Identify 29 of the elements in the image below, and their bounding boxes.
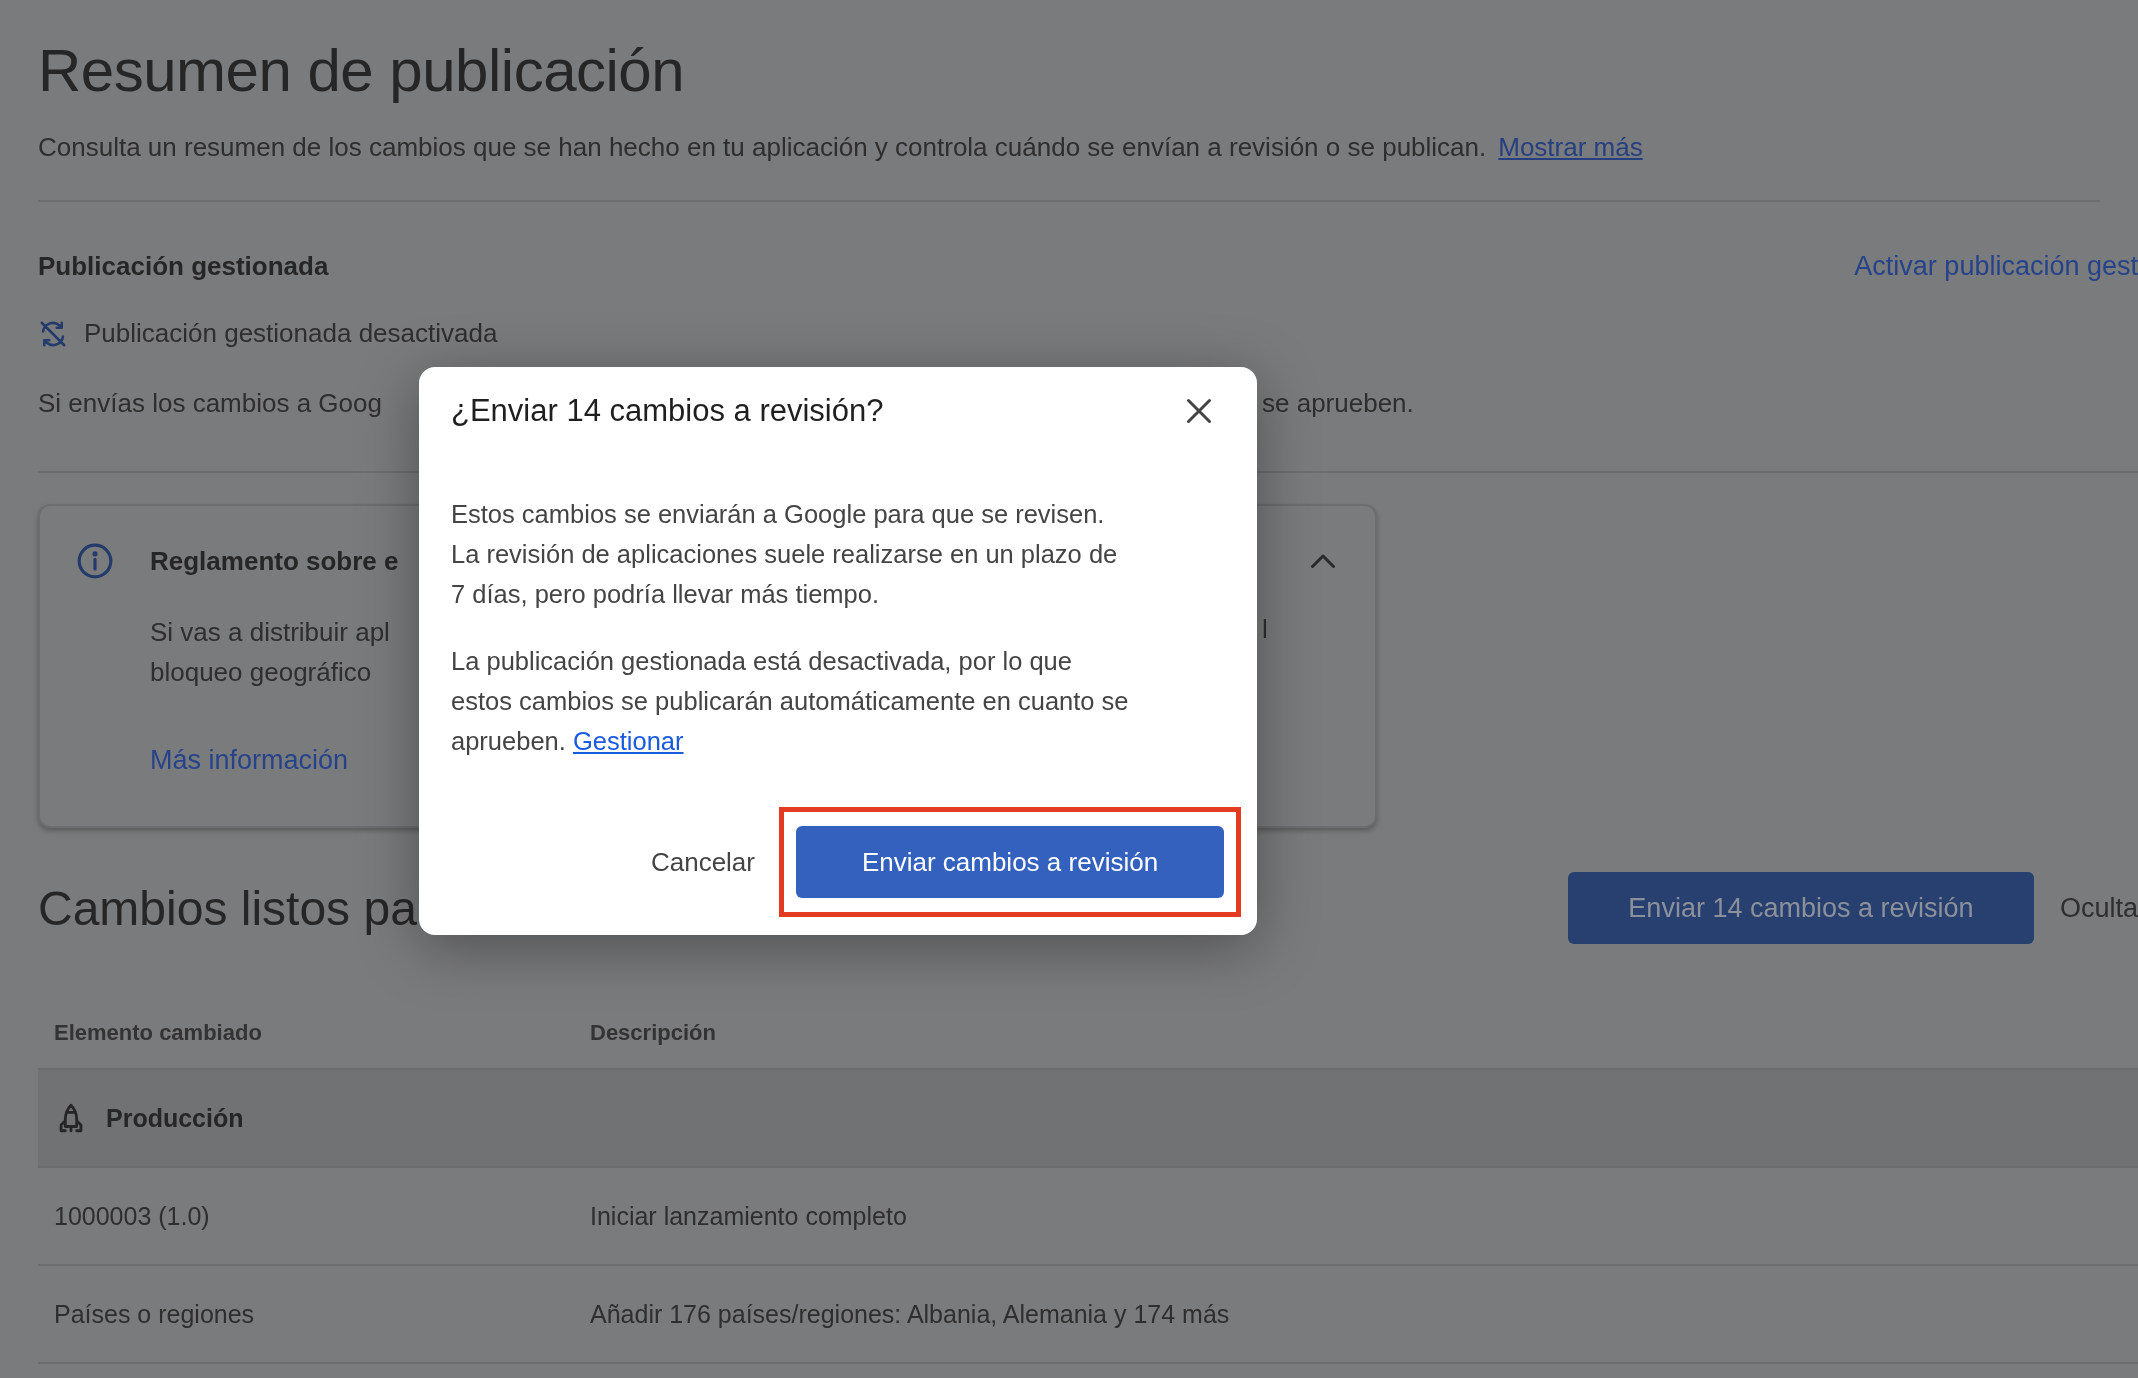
table-cell: Países o regiones <box>38 1265 574 1363</box>
section-heading: Cambios listos pa <box>38 880 417 936</box>
sync-off-icon <box>38 318 68 349</box>
group-label: Producción <box>106 1103 244 1133</box>
note-text: se aprueben. <box>1262 388 1414 419</box>
table-cell: 1000003 (1.0) <box>38 1167 574 1265</box>
dialog-text: Estos cambios se enviarán a Google para que se revisen. La revisión de aplicaciones suele realizarse en un plazo de 7 días, pero podría llevar más tiempo. <box>451 499 1119 610</box>
note-text: Si envías los cambios a Goog <box>38 388 382 419</box>
card-title: Reglamento sobre e <box>150 545 399 577</box>
info-icon <box>76 542 114 580</box>
card-text: Si vas a distribuir apl <box>150 616 390 649</box>
submit-changes-button[interactable]: Enviar 14 cambios a revisión <box>1567 872 2034 944</box>
card-text: bloqueo geográfico <box>150 656 372 689</box>
dialog-title: ¿Enviar 14 cambios a revisión? <box>451 393 884 429</box>
status-text: Publicación gestionada desactivada <box>84 318 498 349</box>
card-text: l <box>1262 614 1268 645</box>
cancel-button[interactable]: Cancelar <box>646 836 759 888</box>
hide-link[interactable]: Oculta <box>2059 892 2138 924</box>
enable-managed-publishing-link[interactable]: Activar publicación gest <box>1854 250 2138 282</box>
manage-link[interactable]: Gestionar <box>572 727 684 755</box>
table-cell: Añadir 176 países/regiones: Albania, Alemania y 174 más <box>574 1265 2138 1363</box>
page-title: Resumen de publicación <box>38 36 686 106</box>
dialog-text: La publicación gestionada está desactivada, por lo que estos cambios se publicarán automáticamente en cuanto se aprueben. Gestionar <box>451 646 1130 757</box>
more-info-link[interactable]: Más información <box>150 745 349 776</box>
confirm-button[interactable]: Enviar cambios a revisión <box>796 826 1224 898</box>
show-more-link[interactable]: Mostrar más <box>1498 132 1643 162</box>
table-cell: Iniciar lanzamiento completo <box>574 1167 2138 1265</box>
page-description: Consulta un resumen de los cambios que se han hecho en tu aplicación y controla cuándo se envían a revisión o se publican. Mostrar más <box>38 131 1644 164</box>
section-heading: Publicación gestionada <box>38 250 329 282</box>
